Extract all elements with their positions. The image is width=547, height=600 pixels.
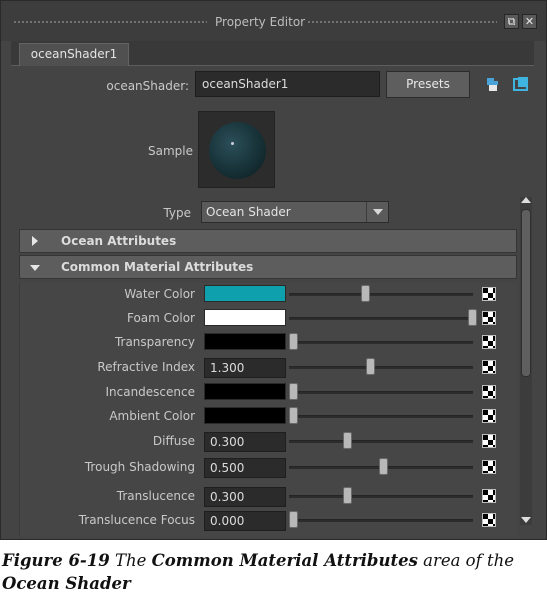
slider-track[interactable] <box>289 495 473 498</box>
color-swatch[interactable] <box>204 333 286 350</box>
slider-track[interactable] <box>289 440 473 443</box>
slider-track[interactable] <box>289 293 473 296</box>
attribute-row: Incandescence <box>20 381 517 405</box>
slider-thumb[interactable] <box>289 383 298 400</box>
section-ocean-attributes[interactable]: Ocean Attributes <box>19 229 517 253</box>
title-bar[interactable]: Property Editor ⧉ ✕ <box>1 1 546 41</box>
slider-track[interactable] <box>289 317 473 320</box>
slider-thumb[interactable] <box>378 458 388 475</box>
attribute-label: Transparency <box>114 335 195 349</box>
close-icon[interactable]: ✕ <box>522 14 537 29</box>
checker-map-icon[interactable] <box>482 335 496 349</box>
checker-map-icon[interactable] <box>482 489 496 503</box>
caption-text: The <box>115 551 147 570</box>
attribute-row: Diffuse 0.300 <box>20 430 517 454</box>
attribute-label: Diffuse <box>152 434 195 448</box>
attribute-row: Foam Color <box>20 307 517 331</box>
slider-track[interactable] <box>289 519 473 522</box>
attribute-label: Incandescence <box>105 385 195 399</box>
slider-thumb[interactable] <box>289 407 298 424</box>
scroll-down-icon[interactable] <box>521 517 531 523</box>
attribute-label: Translucence <box>116 489 195 503</box>
node-name-field[interactable]: oceanShader1 <box>195 71 380 97</box>
attribute-label: Foam Color <box>126 311 195 325</box>
caption-text: area of the <box>423 551 514 570</box>
checker-map-icon[interactable] <box>482 311 496 325</box>
attribute-row: Translucence 0.300 <box>20 485 517 509</box>
tab-oceanshader1[interactable]: oceanShader1 <box>19 43 129 66</box>
slider-track[interactable] <box>289 366 473 369</box>
sample-swatch[interactable] <box>198 111 275 188</box>
checker-map-icon[interactable] <box>482 434 496 448</box>
presets-button[interactable]: Presets <box>386 71 470 98</box>
drag-grip-left[interactable] <box>13 20 207 25</box>
figure-caption: Figure 6-19 The Common Material Attribut… <box>2 549 547 595</box>
vertical-scrollbar[interactable] <box>520 197 532 525</box>
sample-highlight <box>231 142 234 145</box>
copy-tab-icon[interactable] <box>485 76 501 92</box>
value-field[interactable]: 0.000 <box>204 511 286 531</box>
slider-thumb[interactable] <box>289 511 298 528</box>
color-swatch[interactable] <box>204 383 286 400</box>
slider-track[interactable] <box>289 415 473 418</box>
slider-thumb[interactable] <box>360 285 370 302</box>
value-field[interactable]: 1.300 <box>204 358 286 378</box>
type-label: Type <box>163 206 191 220</box>
attribute-row: Refractive Index 1.300 <box>20 356 517 380</box>
editor-content: oceanShader: oceanShader1 Presets Sample… <box>11 67 534 537</box>
value-field[interactable]: 0.300 <box>204 432 286 452</box>
value-field[interactable]: 0.300 <box>204 487 286 507</box>
color-swatch[interactable] <box>204 285 286 302</box>
node-name-label: oceanShader: <box>106 79 189 93</box>
checker-map-icon[interactable] <box>482 287 496 301</box>
checker-map-icon[interactable] <box>482 385 496 399</box>
scroll-handle[interactable] <box>521 209 531 377</box>
slider-thumb[interactable] <box>289 333 298 350</box>
focus-icon[interactable] <box>513 76 529 92</box>
slider-thumb[interactable] <box>468 309 477 326</box>
figure-number: Figure 6-19 <box>2 551 110 570</box>
color-swatch[interactable] <box>204 309 286 326</box>
checker-map-icon[interactable] <box>482 460 496 474</box>
property-editor-panel: Property Editor ⧉ ✕ oceanShader1 oceanSh… <box>0 0 547 540</box>
collapse-arrow-icon[interactable] <box>30 265 40 271</box>
chevron-down-icon[interactable] <box>366 202 388 222</box>
tab-strip: oceanShader1 <box>11 41 534 66</box>
attribute-label: Translucence Focus <box>78 513 195 527</box>
caption-emphasis: Common Material Attributes <box>151 551 418 570</box>
type-dropdown[interactable]: Ocean Shader <box>201 201 389 223</box>
caption-emphasis: Ocean Shader <box>2 574 131 593</box>
checker-map-icon[interactable] <box>482 409 496 423</box>
attribute-row: Water Color <box>20 283 517 307</box>
checker-map-icon[interactable] <box>482 360 496 374</box>
section-common-material-attributes[interactable]: Common Material Attributes <box>19 255 517 279</box>
type-dropdown-value: Ocean Shader <box>206 205 291 219</box>
slider-thumb[interactable] <box>342 432 352 449</box>
attribute-label: Trough Shadowing <box>84 460 195 474</box>
section-title: Ocean Attributes <box>61 234 177 248</box>
value-field[interactable]: 0.500 <box>204 458 286 478</box>
slider-track[interactable] <box>289 391 473 394</box>
sample-label: Sample <box>148 144 193 158</box>
window-title: Property Editor <box>215 15 306 29</box>
color-swatch[interactable] <box>204 407 286 424</box>
attribute-row: Ambient Color <box>20 405 517 429</box>
slider-thumb[interactable] <box>342 487 352 504</box>
float-window-icon[interactable]: ⧉ <box>504 14 519 29</box>
attribute-label: Water Color <box>124 287 195 301</box>
attribute-label: Refractive Index <box>97 360 195 374</box>
slider-thumb[interactable] <box>365 358 375 375</box>
section-title: Common Material Attributes <box>61 260 254 274</box>
scroll-up-icon[interactable] <box>521 197 531 203</box>
attribute-row: Transparency <box>20 331 517 355</box>
checker-map-icon[interactable] <box>482 513 496 527</box>
sample-sphere <box>209 122 266 179</box>
attribute-list: Water Color Foam Color Transparency Refract… <box>19 283 517 537</box>
attribute-row: Translucence Focus 0.000 <box>20 509 517 533</box>
slider-track[interactable] <box>289 341 473 344</box>
expand-arrow-icon[interactable] <box>32 236 38 246</box>
attribute-label: Ambient Color <box>109 409 195 423</box>
drag-grip-right[interactable] <box>307 20 497 25</box>
attribute-row: Trough Shadowing 0.500 <box>20 456 517 480</box>
